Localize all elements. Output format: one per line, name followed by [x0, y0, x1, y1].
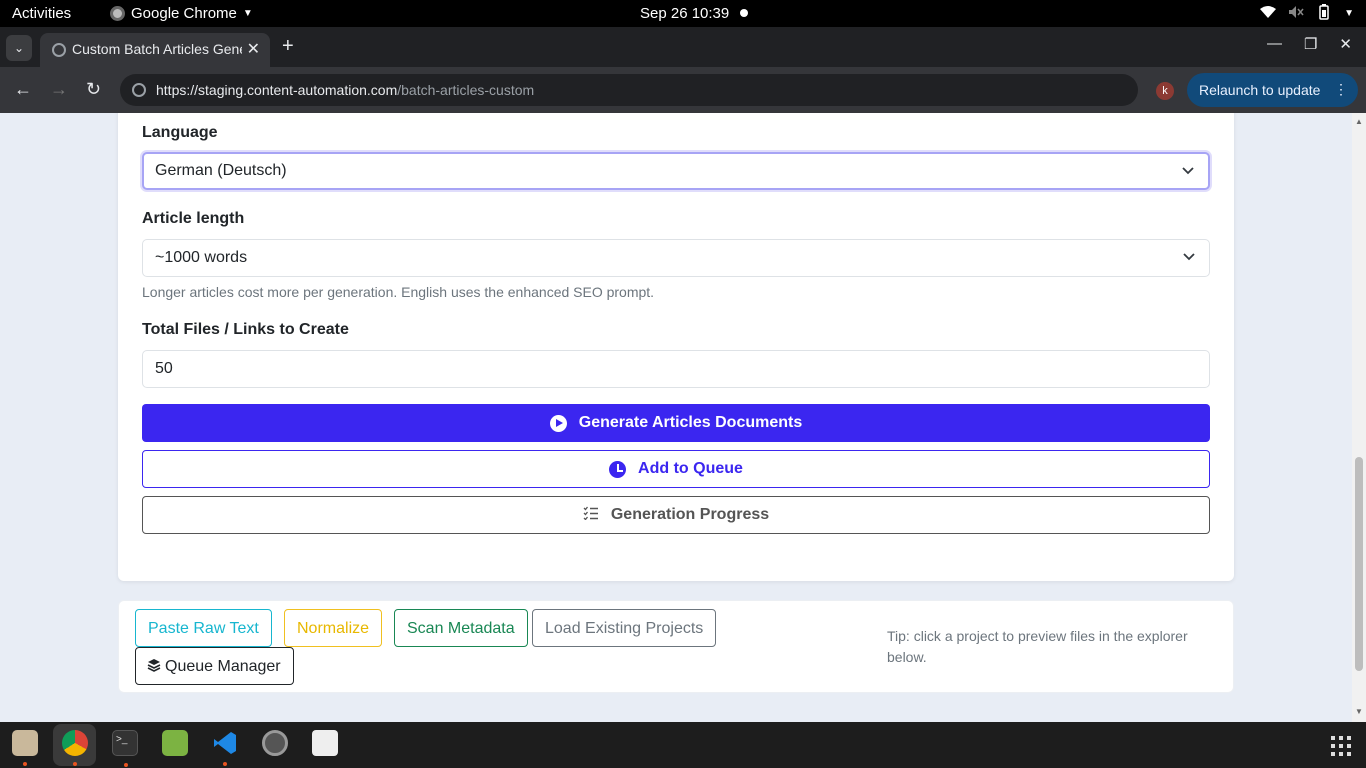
- settings-gear-icon[interactable]: [262, 730, 288, 756]
- language-select-value: German (Deutsch): [155, 162, 287, 179]
- language-select[interactable]: German (Deutsch): [142, 152, 1210, 190]
- browser-tab[interactable]: Custom Batch Articles Generator ✕: [40, 33, 270, 67]
- battery-icon: [1316, 4, 1332, 23]
- files-icon[interactable]: [12, 730, 38, 766]
- language-label: Language: [142, 124, 218, 141]
- window-controls: — ❐ ✕: [1267, 35, 1352, 53]
- page-scrollbar[interactable]: ▲ ▼: [1352, 113, 1366, 722]
- show-apps-grid-icon[interactable]: [1331, 736, 1351, 756]
- forward-arrow-icon[interactable]: →: [50, 79, 68, 100]
- play-circle-icon: [549, 414, 567, 432]
- queue-manager-label: Queue Manager: [165, 658, 281, 675]
- app-name: Google Chrome: [131, 5, 237, 22]
- total-files-label: Total Files / Links to Create: [142, 321, 349, 338]
- tab-search-button[interactable]: ⌄: [6, 35, 32, 61]
- actions-card: Paste Raw Text Normalize Scan Metadata L…: [118, 600, 1234, 693]
- tip-text: Tip: click a project to preview files in…: [887, 628, 1188, 665]
- normalize-button[interactable]: Normalize: [284, 609, 383, 647]
- app-menu[interactable]: Google Chrome ▼: [110, 5, 253, 22]
- caret-down-icon: ▼: [1344, 8, 1354, 19]
- article-length-value: ~1000 words: [155, 249, 248, 266]
- article-length-label: Article length: [142, 210, 245, 227]
- relaunch-label: Relaunch to update: [1199, 82, 1321, 98]
- system-top-bar: Activities Google Chrome ▼ Sep 26 10:39 …: [0, 0, 1366, 27]
- app-icon[interactable]: [312, 730, 338, 756]
- maximize-icon[interactable]: ❐: [1304, 35, 1317, 53]
- minimize-icon[interactable]: —: [1267, 35, 1282, 53]
- scrollbar-thumb[interactable]: [1355, 457, 1363, 671]
- globe-icon: [52, 43, 66, 57]
- notification-dot-icon: [740, 9, 748, 17]
- close-tab-icon[interactable]: ✕: [247, 39, 260, 59]
- generation-progress-button[interactable]: Generation Progress: [142, 496, 1210, 534]
- clock-icon: [609, 460, 627, 478]
- caret-down-icon: ▼: [242, 8, 253, 19]
- reload-icon[interactable]: ↻: [86, 79, 101, 100]
- add-to-queue-button[interactable]: Add to Queue: [142, 450, 1210, 488]
- scan-metadata-button[interactable]: Scan Metadata: [394, 609, 528, 647]
- system-tray[interactable]: ▼: [1260, 4, 1354, 23]
- tab-title: Custom Batch Articles Generator: [72, 41, 242, 57]
- load-existing-projects-button[interactable]: Load Existing Projects: [532, 609, 717, 647]
- page-viewport: Language German (Deutsch) Article length…: [0, 113, 1352, 722]
- scroll-up-icon[interactable]: ▲: [1355, 117, 1363, 126]
- url-text: https://staging.content-automation.com/b…: [156, 82, 535, 98]
- site-info-icon[interactable]: [132, 83, 146, 97]
- terminal-icon[interactable]: >_: [112, 730, 138, 767]
- chrome-icon[interactable]: [62, 730, 88, 766]
- clock[interactable]: Sep 26 10:39: [640, 5, 729, 22]
- relaunch-button[interactable]: Relaunch to update ⋮: [1187, 73, 1358, 107]
- vscode-icon[interactable]: [212, 730, 238, 766]
- volume-muted-icon: [1288, 5, 1304, 22]
- tab-strip: ⌄ Custom Batch Articles Generator ✕ + — …: [0, 27, 1366, 67]
- wifi-icon: [1260, 5, 1277, 22]
- article-length-select[interactable]: ~1000 words: [142, 239, 1210, 277]
- chevron-down-icon: [1182, 163, 1194, 178]
- address-bar[interactable]: https://staging.content-automation.com/b…: [120, 74, 1138, 106]
- chrome-icon: [110, 6, 125, 21]
- browser-toolbar: ← → ↻ https://staging.content-automation…: [0, 67, 1366, 113]
- close-window-icon[interactable]: ✕: [1339, 35, 1352, 53]
- add-to-queue-label: Add to Queue: [638, 460, 743, 477]
- activities-button[interactable]: Activities: [12, 5, 71, 22]
- back-arrow-icon[interactable]: ←: [14, 79, 32, 100]
- total-files-value: 50: [155, 360, 173, 377]
- scroll-down-icon[interactable]: ▼: [1355, 707, 1363, 716]
- chevron-down-icon: ⌄: [13, 41, 25, 55]
- article-length-help: Longer articles cost more per generation…: [142, 284, 655, 300]
- layers-icon: [147, 658, 161, 672]
- new-tab-button[interactable]: +: [282, 35, 294, 58]
- paste-raw-text-button[interactable]: Paste Raw Text: [135, 609, 272, 647]
- kebab-menu-icon[interactable]: ⋮: [1334, 81, 1348, 98]
- profile-avatar[interactable]: k: [1156, 82, 1174, 100]
- image-editor-icon[interactable]: [162, 730, 188, 756]
- chevron-down-icon: [1183, 249, 1195, 264]
- generate-articles-button[interactable]: Generate Articles Documents: [142, 404, 1210, 442]
- list-check-icon: [583, 506, 599, 525]
- queue-manager-button[interactable]: Queue Manager: [135, 647, 294, 685]
- generation-progress-label: Generation Progress: [610, 506, 770, 523]
- generation-form-card: Language German (Deutsch) Article length…: [118, 113, 1234, 581]
- taskbar: >_: [0, 722, 1366, 768]
- generate-articles-label: Generate Articles Documents: [578, 414, 803, 431]
- total-files-input[interactable]: 50: [142, 350, 1210, 388]
